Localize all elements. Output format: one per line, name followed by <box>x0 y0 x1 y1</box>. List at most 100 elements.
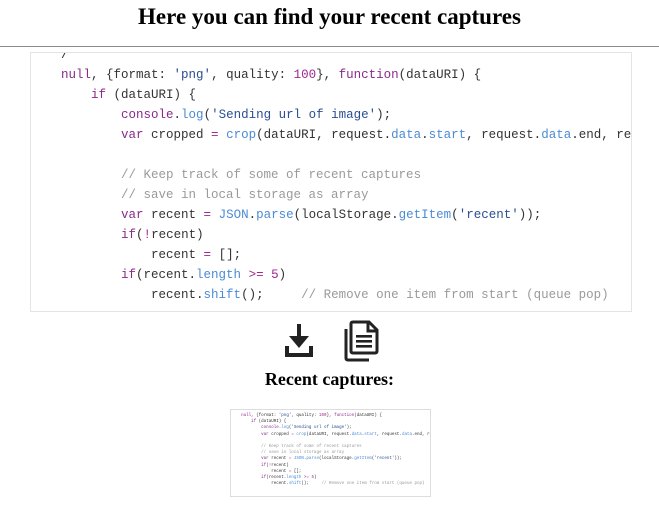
code-token: 100 <box>319 414 327 418</box>
code-token: JSON <box>293 457 304 462</box>
header-divider <box>0 46 659 47</box>
code-token: recent <box>151 248 204 262</box>
code-token: recent. <box>151 288 204 302</box>
code-token: . <box>421 128 429 142</box>
code-token: length <box>286 475 302 480</box>
code-token: recent <box>271 469 289 474</box>
code-token: function <box>338 68 399 82</box>
code-line: null, {format: 'png', quality: 100}, fun… <box>31 65 631 85</box>
code-token: , request. <box>376 432 402 437</box>
code-token: )); <box>518 208 542 222</box>
code-token: null <box>241 414 252 418</box>
code-token: }, <box>316 68 339 82</box>
code-line: if(recent.length >= 5) <box>31 265 631 285</box>
code-token: . <box>173 108 182 122</box>
code-line: recent = []; <box>31 245 631 265</box>
code-token: if <box>121 268 137 282</box>
code-token: var <box>261 432 269 437</box>
code-token: , quality: <box>211 68 294 82</box>
code-token: // save in local storage as array <box>261 451 345 456</box>
code-token: log <box>281 426 289 431</box>
code-token: recent) <box>271 463 289 468</box>
code-token: getItem <box>398 208 452 222</box>
code-token: if <box>121 228 137 242</box>
code-token: cropped <box>268 432 292 437</box>
code-token: // save in local storage as array <box>121 188 369 202</box>
capture-preview[interactable]: / null, {format: 'png', quality: 100}, f… <box>30 52 632 312</box>
thumbnail-code-line: recent.shift(); // Remove one item from … <box>231 481 430 487</box>
code-line: // save in local storage as array <box>31 185 631 205</box>
code-token: function <box>334 414 355 418</box>
code-token: , {format: <box>251 414 279 418</box>
code-token: , quality: <box>291 414 320 418</box>
thumbnail-code-line: var recent = JSON.parse(localStorage.get… <box>231 456 430 462</box>
code-token: / <box>61 52 69 62</box>
recent-capture-thumbnail[interactable]: null, {format: 'png', quality: 100}, fun… <box>230 409 431 497</box>
code-token: ); <box>376 108 392 122</box>
code-token: 'png' <box>173 68 212 82</box>
code-token: = <box>203 248 212 262</box>
code-token: 'Sending url of image' <box>211 108 377 122</box>
code-token: .end, reques <box>571 128 632 142</box>
code-token: , {format: <box>91 68 174 82</box>
code-token: log <box>181 108 204 122</box>
code-token: var <box>121 208 144 222</box>
code-token: recent) <box>151 228 204 242</box>
code-token: (dataURI) { <box>106 88 197 102</box>
code-token: ( <box>136 228 144 242</box>
code-token: (localStorage. <box>293 208 399 222</box>
code-token: ) <box>278 268 287 282</box>
download-icon[interactable] <box>283 322 315 358</box>
code-token: (recent. <box>136 268 197 282</box>
code-token: 'recent' <box>374 457 395 462</box>
code-token: console <box>261 426 279 431</box>
code-token: (localStorage. <box>319 457 355 462</box>
thumbnail-code-line: var cropped = crop(dataURI, request.data… <box>231 432 430 438</box>
code-block: / null, {format: 'png', quality: 100}, f… <box>31 52 632 305</box>
code-line: var recent = JSON.parse(localStorage.get… <box>31 205 631 225</box>
code-token: 5 <box>271 268 279 282</box>
code-token: JSON <box>218 208 249 222</box>
code-token: (recent. <box>266 475 287 480</box>
recent-captures-title: Recent captures: <box>264 369 395 389</box>
code-line: if (dataURI) { <box>31 85 631 105</box>
code-token: if <box>91 88 107 102</box>
code-token: data <box>351 432 362 437</box>
code-token: data <box>541 128 572 142</box>
code-token: null <box>61 68 92 82</box>
code-token: }, <box>326 414 335 418</box>
code-token: , request. <box>466 128 542 142</box>
code-token: []; <box>291 469 302 474</box>
code-token: recent <box>143 208 204 222</box>
code-token: . <box>248 208 257 222</box>
code-token: // Keep track of some of recent captures <box>261 444 362 449</box>
code-token: .end, reque <box>412 432 430 437</box>
code-token: 'Sending url of image' <box>291 426 347 431</box>
code-token: recent <box>268 457 289 462</box>
copy-icon[interactable] <box>342 320 380 362</box>
code-line: recent.shift(); // Remove one item from … <box>31 285 631 305</box>
code-token: length <box>196 268 242 282</box>
code-token: ( <box>203 108 212 122</box>
code-token: ( <box>451 208 459 222</box>
code-token: []; <box>211 248 242 262</box>
code-token: )); <box>394 457 402 462</box>
code-token: (); <box>301 482 322 487</box>
code-token: var <box>261 457 269 462</box>
